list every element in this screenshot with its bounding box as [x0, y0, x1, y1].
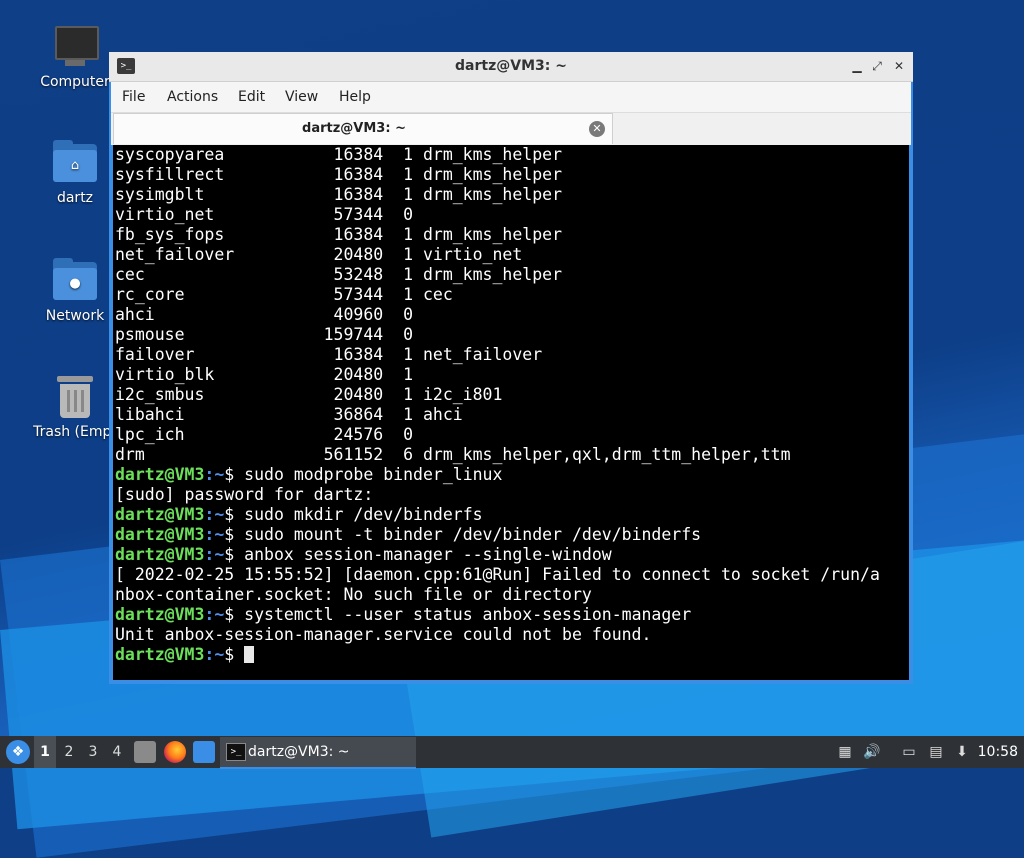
terminal-output-line: virtio_blk 20480 1 — [115, 365, 414, 384]
taskbar: ❖ 1 2 3 4 >_ dartz@VM3: ~ ▦ 🔊 ▭ ▤ ⬇ 10:5… — [0, 736, 1024, 769]
workspace-1[interactable]: 1 — [34, 736, 56, 768]
firefox-launcher-icon[interactable] — [164, 741, 186, 763]
terminal-command-line: dartz@VM3:~$ systemctl --user status anb… — [115, 605, 907, 625]
trash-icon — [51, 372, 99, 420]
network-icon[interactable]: ▭ — [899, 742, 919, 762]
terminal-icon[interactable]: >_ — [117, 58, 135, 74]
command-text: $ anbox session-manager --single-window — [224, 545, 612, 564]
workspace-4[interactable]: 4 — [106, 736, 128, 768]
menu-bar: File Actions Edit View Help — [111, 82, 911, 112]
clipboard-icon[interactable]: ▦ — [835, 742, 855, 762]
window-title: dartz@VM3: ~ — [455, 58, 567, 74]
terminal-cursor — [244, 646, 255, 663]
menu-view[interactable]: View — [285, 82, 318, 112]
updates-icon[interactable]: ⬇ — [952, 742, 972, 762]
workspace-2[interactable]: 2 — [58, 736, 80, 768]
terminal-output-line: lpc_ich 24576 0 — [115, 425, 414, 444]
terminal-window: dartz@VM3: ~ >_ ▁ ⤢ ✕ File Actions Edit … — [109, 52, 913, 684]
prompt-user: dartz@VM3 — [115, 465, 205, 484]
window-titlebar[interactable]: dartz@VM3: ~ >_ ▁ ⤢ ✕ — [109, 52, 913, 82]
terminal-output-line: virtio_net 57344 0 — [115, 205, 414, 224]
terminal-output-line: i2c_smbus 20480 1 i2c_i801 — [115, 385, 503, 404]
show-desktop-icon[interactable] — [193, 741, 215, 763]
terminal-output-line: ahci 40960 0 — [115, 305, 414, 324]
command-text: $ sudo modprobe binder_linux — [224, 465, 503, 484]
minimize-button[interactable]: ▁ — [849, 58, 865, 74]
taskbar-task-label: dartz@VM3: ~ — [248, 744, 350, 760]
prompt-path: :~ — [204, 545, 225, 564]
terminal-output-line: Unit anbox-session-manager.service could… — [115, 625, 652, 644]
terminal-output-line: [ 2022-02-25 15:55:52] [daemon.cpp:61@Ru… — [115, 565, 880, 584]
terminal-output-line: nbox-container.socket: No such file or d… — [115, 585, 592, 604]
terminal-output-line: syscopyarea 16384 1 drm_kms_helper — [115, 145, 563, 164]
prompt-path: :~ — [204, 505, 225, 524]
tab-terminal[interactable]: dartz@VM3: ~ ✕ — [113, 113, 613, 144]
terminal-output-line: drm 561152 6 drm_kms_helper,qxl,drm_ttm_… — [115, 445, 791, 464]
terminal-command-line: dartz@VM3:~$ — [115, 645, 907, 665]
prompt-user: dartz@VM3 — [115, 645, 205, 664]
tab-close-icon[interactable]: ✕ — [589, 121, 605, 137]
clock[interactable]: 10:58 — [978, 736, 1018, 768]
volume-icon[interactable]: 🔊 — [862, 742, 882, 762]
tab-label: dartz@VM3: ~ — [302, 121, 406, 136]
menu-actions[interactable]: Actions — [167, 82, 218, 112]
prompt-user: dartz@VM3 — [115, 525, 205, 544]
network-folder-icon: ● — [51, 256, 99, 304]
terminal-output[interactable]: syscopyarea 16384 1 drm_kms_helper sysfil… — [113, 145, 909, 680]
terminal-output-line: rc_core 57344 1 cec — [115, 285, 453, 304]
menu-edit[interactable]: Edit — [238, 82, 265, 112]
command-text: $ sudo mount -t binder /dev/binder /dev/… — [224, 525, 702, 544]
start-menu-icon[interactable]: ❖ — [6, 740, 30, 764]
terminal-command-line: dartz@VM3:~$ sudo mkdir /dev/binderfs — [115, 505, 907, 525]
terminal-output-line: failover 16384 1 net_failover — [115, 345, 543, 364]
command-text: $ — [224, 645, 245, 664]
terminal-output-line: sysfillrect 16384 1 drm_kms_helper — [115, 165, 563, 184]
terminal-command-line: dartz@VM3:~$ anbox session-manager --sin… — [115, 545, 907, 565]
command-text: $ systemctl --user status anbox-session-… — [224, 605, 692, 624]
menu-file[interactable]: File — [122, 82, 145, 112]
terminal-output-line: cec 53248 1 drm_kms_helper — [115, 265, 563, 284]
terminal-output-line: sysimgblt 16384 1 drm_kms_helper — [115, 185, 563, 204]
home-folder-icon: ⌂ — [51, 138, 99, 186]
taskbar-task-terminal[interactable]: >_ dartz@VM3: ~ — [220, 737, 416, 769]
prompt-path: :~ — [204, 605, 225, 624]
prompt-user: dartz@VM3 — [115, 505, 205, 524]
maximize-button[interactable]: ⤢ — [869, 58, 885, 74]
notes-icon[interactable]: ▤ — [926, 742, 946, 762]
prompt-user: dartz@VM3 — [115, 545, 205, 564]
computer-icon — [51, 22, 99, 70]
prompt-path: :~ — [204, 525, 225, 544]
prompt-path: :~ — [204, 645, 225, 664]
terminal-output-line: libahci 36864 1 ahci — [115, 405, 463, 424]
tab-bar: dartz@VM3: ~ ✕ — [111, 112, 911, 145]
terminal-output-line: psmouse 159744 0 — [115, 325, 414, 344]
terminal-icon: >_ — [226, 743, 246, 761]
close-button[interactable]: ✕ — [891, 58, 907, 74]
terminal-command-line: dartz@VM3:~$ sudo modprobe binder_linux — [115, 465, 907, 485]
file-manager-launcher-icon[interactable] — [134, 741, 156, 763]
prompt-user: dartz@VM3 — [115, 605, 205, 624]
terminal-command-line: dartz@VM3:~$ sudo mount -t binder /dev/b… — [115, 525, 907, 545]
workspace-3[interactable]: 3 — [82, 736, 104, 768]
terminal-output-line: [sudo] password for dartz: — [115, 485, 374, 504]
prompt-path: :~ — [204, 465, 225, 484]
command-text: $ sudo mkdir /dev/binderfs — [224, 505, 483, 524]
terminal-output-line: net_failover 20480 1 virtio_net — [115, 245, 523, 264]
terminal-text: syscopyarea 16384 1 drm_kms_helper sysfil… — [113, 145, 909, 665]
menu-help[interactable]: Help — [339, 82, 371, 112]
terminal-output-line: fb_sys_fops 16384 1 drm_kms_helper — [115, 225, 563, 244]
